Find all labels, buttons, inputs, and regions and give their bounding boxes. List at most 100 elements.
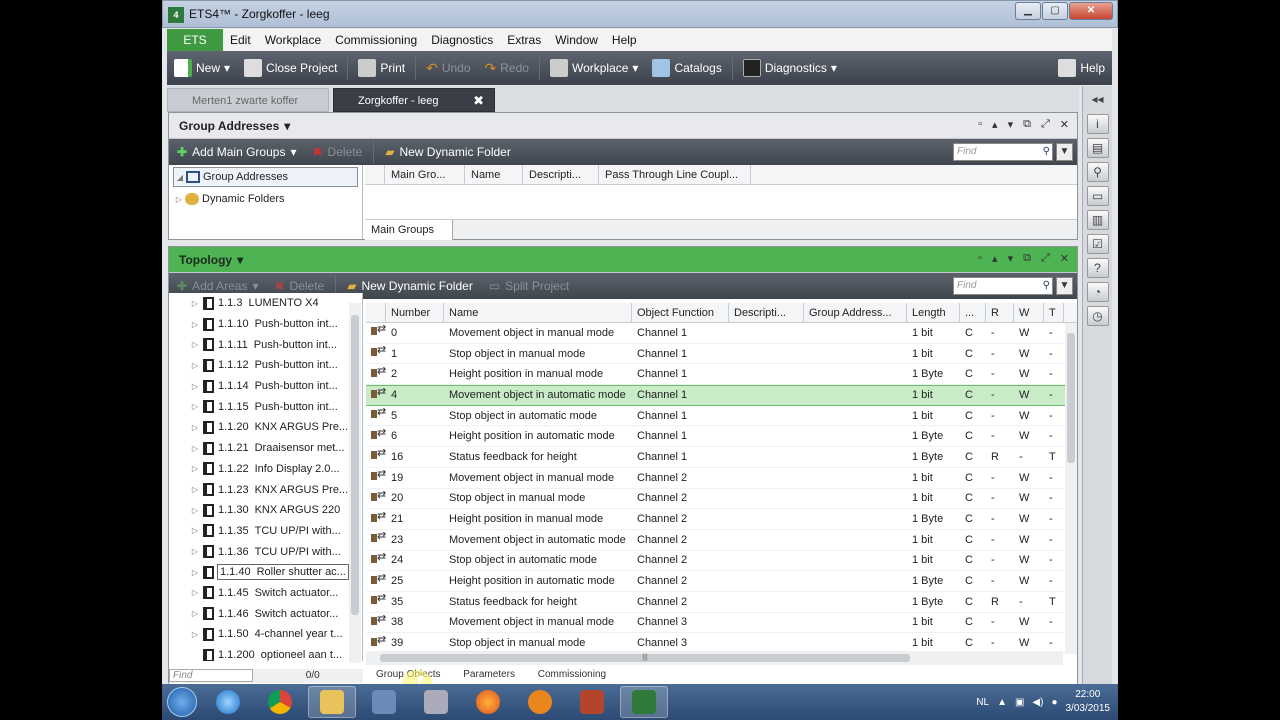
tree-item-dynamic-folders[interactable]: ▷ Dynamic Folders	[173, 189, 358, 209]
up-icon[interactable]: ▴	[992, 252, 998, 265]
table-row[interactable]: 19 Movement object in manual mode Channel …	[366, 468, 1077, 489]
collapsed-icon[interactable]: ▷	[173, 195, 185, 204]
diagnose-icon[interactable]: ◔	[1086, 282, 1109, 302]
taskbar-app[interactable]	[412, 686, 460, 718]
column-main-group[interactable]: Main Gro...	[385, 165, 465, 184]
question-icon[interactable]: ?	[1086, 258, 1109, 278]
tree-find-input[interactable]: Find	[169, 669, 253, 682]
taskbar-firefox[interactable]	[464, 686, 512, 718]
print-button[interactable]: Print	[351, 51, 412, 85]
taskbar-ets[interactable]	[620, 686, 668, 718]
folder-icon[interactable]: ▤	[1086, 138, 1109, 158]
tree-item-device[interactable]: ▷ 1.1.40 Roller shutter ac...	[169, 562, 362, 583]
close-tab-icon[interactable]: ✖	[473, 89, 484, 113]
minimize-button[interactable]: ▁	[1015, 2, 1041, 20]
language-indicator[interactable]: NL	[976, 697, 989, 708]
table-row[interactable]: 24 Stop object in automatic mode Channel 2…	[366, 551, 1077, 572]
chevron-down-icon[interactable]: ▾	[284, 119, 290, 133]
clock[interactable]: 22:00 3/03/2015	[1066, 688, 1111, 716]
clock-icon[interactable]: ◷	[1086, 306, 1109, 326]
delete-button[interactable]: ✖ Delete	[304, 145, 370, 159]
collapsed-icon[interactable]: ▷	[187, 630, 203, 639]
column-c[interactable]: ...	[960, 303, 986, 322]
checklist-icon[interactable]: ☑	[1086, 234, 1109, 254]
taskbar-app[interactable]	[360, 686, 408, 718]
tree-item-device[interactable]: ▷ 1.1.12 Push-button int...	[169, 355, 362, 376]
column-object-function[interactable]: Object Function	[632, 303, 729, 322]
tab-merten1[interactable]: Merten1 zwarte koffer	[167, 88, 329, 112]
search-icon[interactable]: ⚲	[1043, 278, 1050, 294]
objects-scrollbar[interactable]	[1065, 323, 1077, 653]
menu-diagnostics[interactable]: Diagnostics	[424, 33, 500, 47]
collapsed-icon[interactable]: ▷	[187, 609, 203, 618]
collapsed-icon[interactable]: ▷	[187, 361, 203, 370]
column-length[interactable]: Length	[907, 303, 960, 322]
menu-window[interactable]: Window	[548, 33, 605, 47]
tab-commissioning[interactable]: Commissioning	[528, 669, 616, 680]
table-row[interactable]: 5 Stop object in automatic mode Channel 1 1…	[366, 406, 1077, 427]
filter-icon[interactable]: ▼	[1056, 143, 1073, 161]
scroll-thumb[interactable]: |||	[380, 654, 910, 662]
network-icon[interactable]: ▣	[1015, 697, 1024, 708]
close-project-button[interactable]: Close Project	[237, 51, 344, 85]
collapsed-icon[interactable]: ▷	[187, 485, 203, 494]
column-pass-through[interactable]: Pass Through Line Coupl...	[599, 165, 751, 184]
book-icon[interactable]: ▥	[1086, 210, 1109, 230]
tree-item-device[interactable]: ▷ 1.1.46 Switch actuator...	[169, 603, 362, 624]
table-row[interactable]: 25 Height position in automatic mode Chann…	[366, 571, 1077, 592]
menu-edit[interactable]: Edit	[223, 33, 258, 47]
tree-item-device[interactable]: ▷ 1.1.14 Push-button int...	[169, 376, 362, 397]
tab-zorgkoffer[interactable]: Zorgkoffer - leeg ✖	[333, 88, 495, 112]
undo-button[interactable]: ↶ Undo	[419, 51, 477, 85]
collapsed-icon[interactable]: ▷	[187, 588, 203, 597]
tray-app-icon[interactable]: ●	[1051, 697, 1057, 708]
filter-icon[interactable]: ▼	[1056, 277, 1073, 295]
close-button[interactable]: ✕	[1069, 2, 1113, 20]
table-row[interactable]: 4 Movement object in automatic mode Channe…	[366, 385, 1077, 406]
delete-button[interactable]: ✖ Delete	[266, 279, 332, 293]
start-button[interactable]	[162, 684, 202, 720]
column-description[interactable]: Descripti...	[523, 165, 599, 184]
collapsed-icon[interactable]: ▷	[187, 444, 203, 453]
find-input[interactable]: Find ⚲	[953, 143, 1053, 161]
new-dynamic-folder-button[interactable]: ▰ New Dynamic Folder	[377, 145, 519, 159]
tree-item-device[interactable]: ▷ 1.1.45 Switch actuator...	[169, 583, 362, 604]
objects-hscrollbar[interactable]: |||	[366, 651, 1063, 665]
tree-item-device[interactable]: ▷ 1.1.10 Push-button int...	[169, 314, 362, 335]
tray-expand-icon[interactable]: ▲	[997, 697, 1007, 708]
workplace-button[interactable]: Workplace ▾	[543, 51, 646, 85]
chevron-down-icon[interactable]: ▾	[237, 253, 243, 267]
collapsed-icon[interactable]: ▷	[187, 568, 203, 577]
table-row[interactable]: 21 Height position in manual mode Channel …	[366, 509, 1077, 530]
diagnostics-button[interactable]: Diagnostics ▾	[736, 51, 844, 85]
split-project-button[interactable]: ▭ Split Project	[481, 279, 577, 293]
redo-button[interactable]: ↷ Redo	[478, 51, 536, 85]
table-row[interactable]: 20 Stop object in manual mode Channel 2 1 b…	[366, 489, 1077, 510]
tree-item-device[interactable]: ▷ 1.1.11 Push-button int...	[169, 334, 362, 355]
close-icon[interactable]: ✕	[1060, 118, 1069, 131]
tree-item-device[interactable]: ▷ 1.1.3 LUMENTO X4	[169, 293, 362, 314]
column-r[interactable]: R	[986, 303, 1014, 322]
scroll-thumb[interactable]	[351, 315, 359, 615]
tree-item-device[interactable]: ▷ 1.1.36 TCU UP/PI with...	[169, 541, 362, 562]
column-description[interactable]: Descripti...	[729, 303, 804, 322]
volume-icon[interactable]: ◀)	[1032, 697, 1043, 708]
new-button[interactable]: New ▾	[167, 51, 237, 85]
scroll-thumb[interactable]	[1067, 333, 1075, 463]
ets-menu-button[interactable]: ETS	[167, 29, 223, 51]
maximize-icon[interactable]: ⤢	[1041, 118, 1050, 131]
window-icon[interactable]: ▭	[1086, 186, 1109, 206]
up-icon[interactable]: ▴	[992, 118, 998, 131]
expanded-icon[interactable]: ◢	[174, 173, 186, 182]
column-group-address[interactable]: Group Address...	[804, 303, 907, 322]
popout-icon[interactable]: ⧉	[1023, 118, 1031, 131]
new-dynamic-folder-button[interactable]: ▰ New Dynamic Folder	[339, 279, 481, 293]
tree-item-device[interactable]: ▷ 1.1.50 4-channel year t...	[169, 624, 362, 645]
table-row[interactable]: 0 Movement object in manual mode Channel 1…	[366, 323, 1077, 344]
table-row[interactable]: 6 Height position in automatic mode Channe…	[366, 426, 1077, 448]
add-areas-button[interactable]: ✚ Add Areas ▾	[169, 279, 266, 293]
restore-icon[interactable]: ▫	[978, 252, 982, 265]
add-main-groups-button[interactable]: ✚ Add Main Groups ▾	[169, 145, 304, 159]
maximize-button[interactable]: ▢	[1042, 2, 1068, 20]
tree-item-device[interactable]: ▷ 1.1.35 TCU UP/PI with...	[169, 521, 362, 542]
